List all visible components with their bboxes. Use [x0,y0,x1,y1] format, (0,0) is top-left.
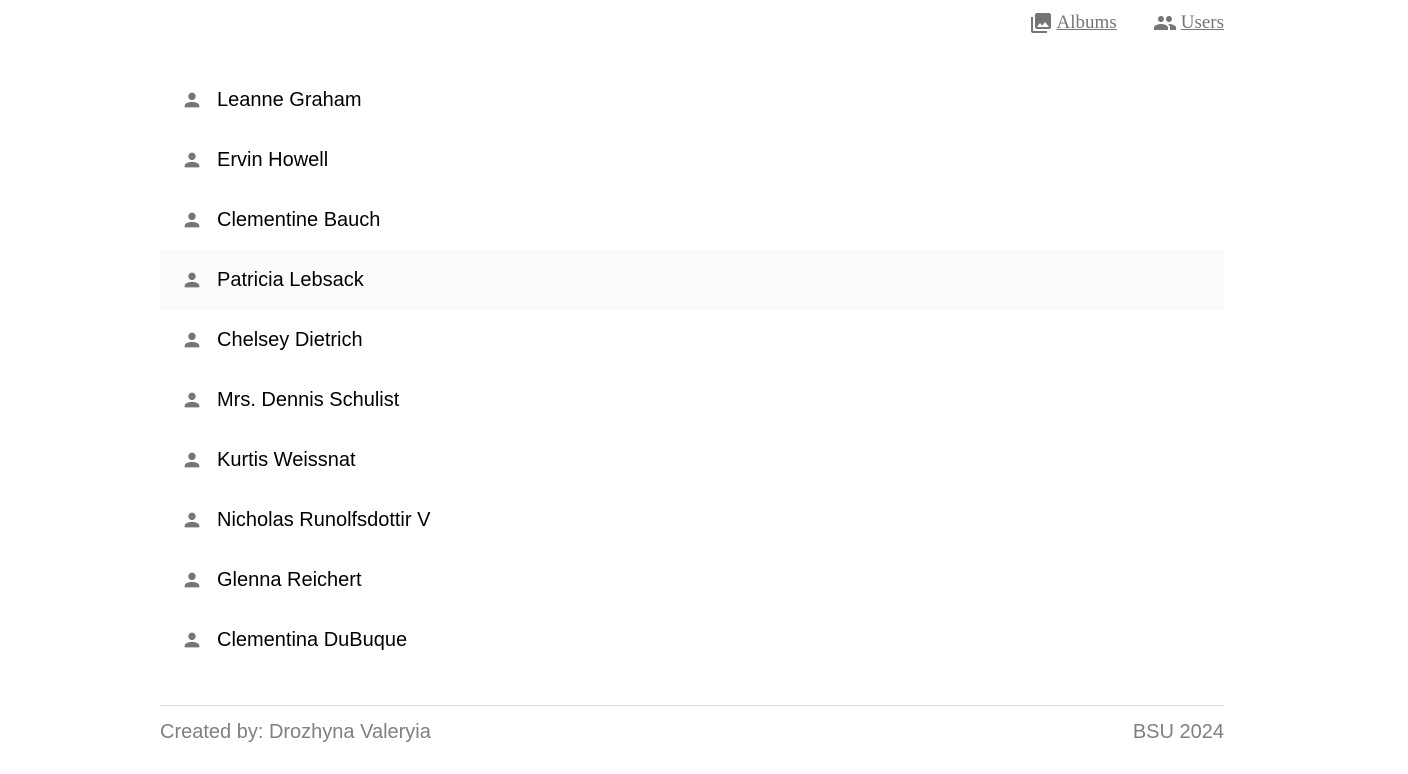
nav-link-users[interactable]: Users [1153,11,1224,35]
user-name: Clementine Bauch [217,208,381,231]
people-icon [1153,11,1177,35]
person-icon [181,209,203,231]
person-icon [181,629,203,651]
user-list-item[interactable]: Leanne Graham [160,70,1224,130]
user-list-item[interactable]: Mrs. Dennis Schulist [160,370,1224,430]
user-list-item[interactable]: Nicholas Runolfsdottir V [160,490,1224,550]
nav-link-albums-label: Albums [1056,12,1117,33]
person-icon [181,569,203,591]
nav-link-albums[interactable]: Albums [1029,11,1117,35]
person-icon [181,509,203,531]
user-list-item[interactable]: Chelsey Dietrich [160,310,1224,370]
top-navigation: Albums Users [1029,10,1224,36]
user-name: Patricia Lebsack [217,268,364,291]
user-name: Clementina DuBuque [217,628,408,651]
user-name: Leanne Graham [217,88,362,111]
photo-library-icon [1029,11,1053,35]
user-list-item[interactable]: Clementina DuBuque [160,610,1224,670]
person-icon [181,449,203,471]
user-list-item[interactable]: Glenna Reichert [160,550,1224,610]
user-list-item[interactable]: Clementine Bauch [160,190,1224,250]
user-list-item[interactable]: Ervin Howell [160,130,1224,190]
person-icon [181,89,203,111]
user-name: Glenna Reichert [217,568,362,591]
footer-credit: Created by: Drozhyna Valeryia [160,721,431,743]
footer: Created by: Drozhyna Valeryia BSU 2024 [160,705,1224,744]
user-name: Mrs. Dennis Schulist [217,388,400,411]
user-list-item[interactable]: Patricia Lebsack [160,250,1224,310]
user-name: Kurtis Weissnat [217,448,356,471]
person-icon [181,269,203,291]
user-name: Nicholas Runolfsdottir V [217,508,431,531]
user-name: Chelsey Dietrich [217,328,363,351]
footer-org: BSU 2024 [1132,721,1224,743]
person-icon [181,149,203,171]
user-list: Leanne Graham Ervin Howell Clementine Bauc… [160,70,1224,670]
user-list-item[interactable]: Kurtis Weissnat [160,430,1224,490]
person-icon [181,389,203,411]
user-name: Ervin Howell [217,148,329,171]
person-icon [181,329,203,351]
nav-link-users-label: Users [1180,12,1224,33]
